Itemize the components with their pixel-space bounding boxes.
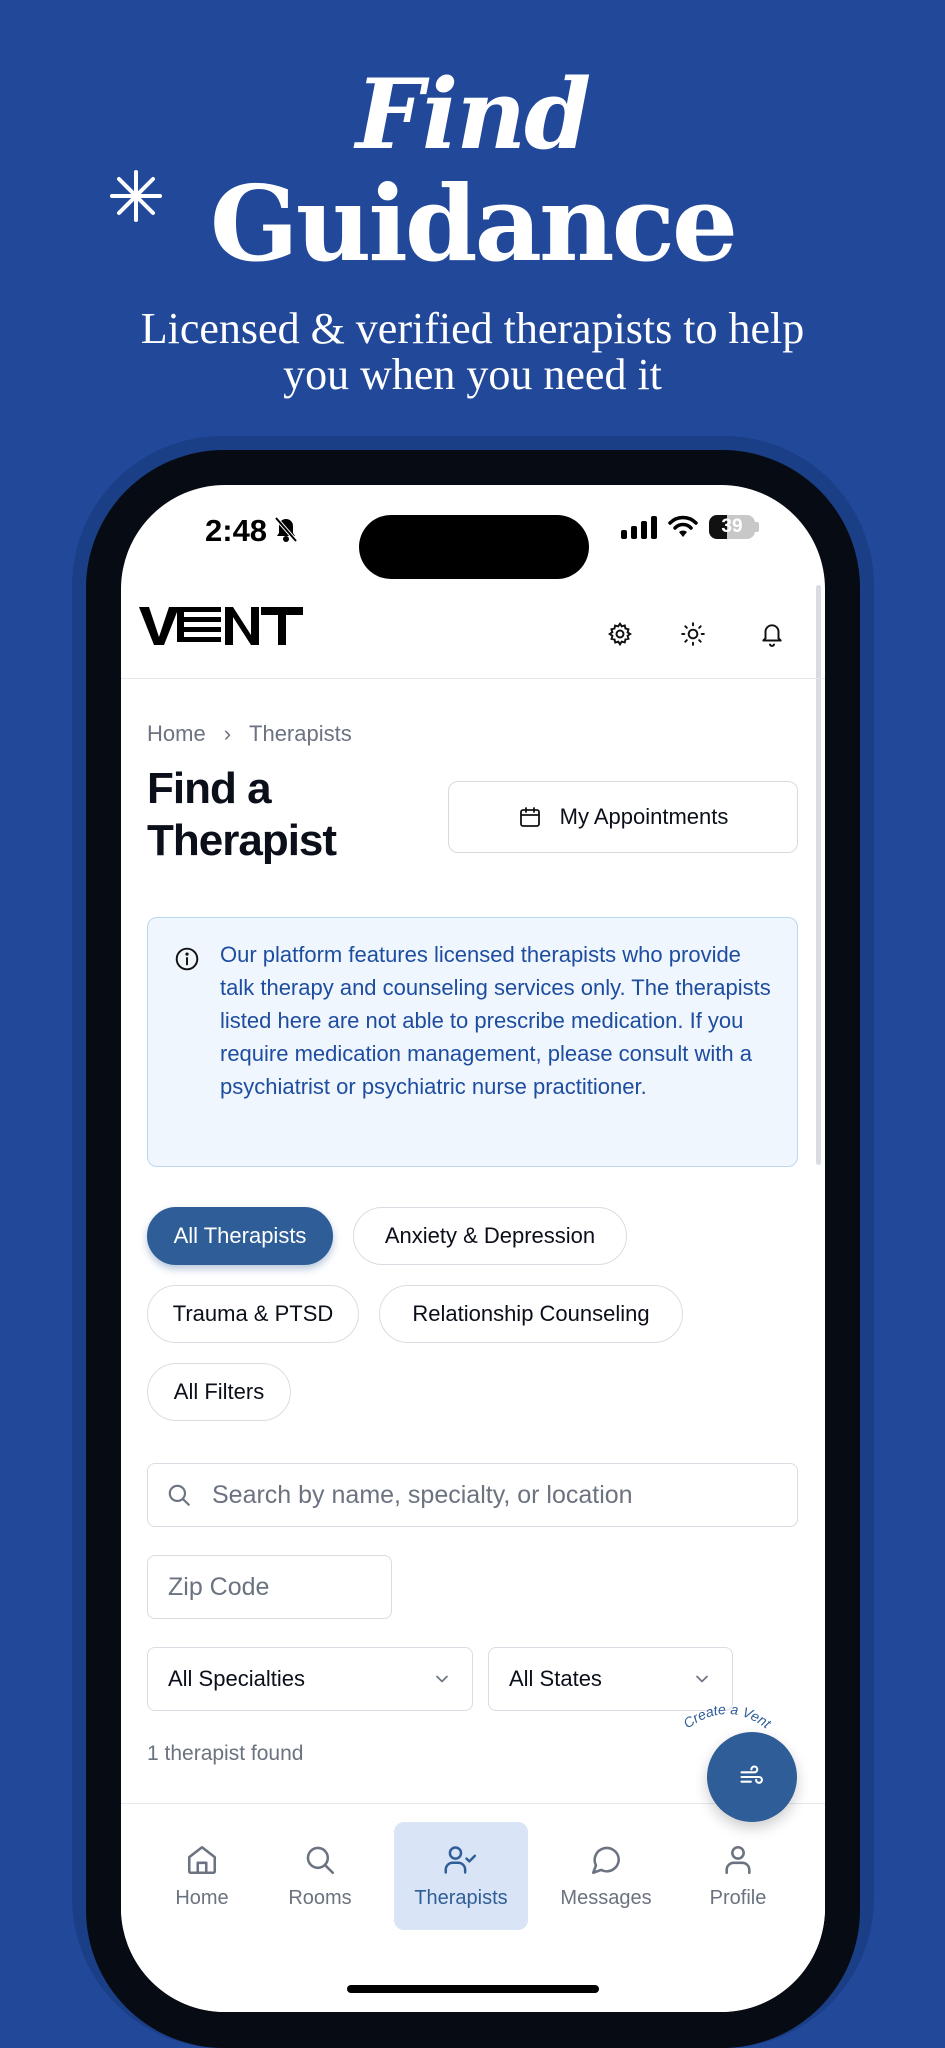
chip-trauma-ptsd[interactable]: Trauma & PTSD <box>147 1285 359 1343</box>
nav-label: Home <box>175 1886 229 1909</box>
chip-anxiety-depression[interactable]: Anxiety & Depression <box>353 1207 627 1265</box>
breadcrumb-current: Therapists <box>249 721 352 746</box>
nav-therapists[interactable]: Therapists <box>394 1822 528 1930</box>
calendar-icon <box>519 807 540 827</box>
breadcrumb-separator: › <box>223 721 232 746</box>
user-check-icon <box>444 1845 477 1874</box>
dynamic-island <box>359 515 589 579</box>
home-icon <box>187 1845 217 1874</box>
search-icon <box>166 1482 192 1508</box>
theme-sun-icon[interactable] <box>678 619 708 649</box>
specialty-select[interactable]: All Specialties <box>147 1647 473 1711</box>
nav-rooms[interactable]: Rooms <box>261 1822 379 1930</box>
page-title: Find a Therapist <box>147 764 337 865</box>
search-icon <box>306 1846 335 1874</box>
nav-label: Profile <box>709 1886 767 1909</box>
promo-title-line1: Find <box>355 58 592 171</box>
notifications-bell-icon[interactable] <box>757 619 787 649</box>
chip-label: Relationship Counseling <box>412 1301 650 1326</box>
breadcrumb: Home › Therapists <box>147 721 352 747</box>
nav-label: Rooms <box>288 1886 352 1909</box>
search-input[interactable]: Search by name, specialty, or location <box>147 1463 798 1527</box>
wifi-icon <box>668 515 698 537</box>
chip-label: All Therapists <box>173 1223 307 1248</box>
create-vent-label: Create a Vent <box>680 1701 775 1732</box>
chip-label: Trauma & PTSD <box>172 1301 334 1326</box>
promo-subtitle: Licensed & verified therapists to help y… <box>140 304 805 399</box>
vent-logo-mark <box>139 607 303 645</box>
chip-all-therapists[interactable]: All Therapists <box>147 1207 333 1265</box>
silent-bell-icon <box>274 516 298 543</box>
status-time: 2:48 <box>205 513 268 548</box>
notice-text: Our platform features licensed therapist… <box>220 942 771 1099</box>
zip-code-input[interactable]: Zip Code <box>147 1555 392 1619</box>
create-vent-text: Create a Vent <box>680 1701 775 1732</box>
home-indicator[interactable] <box>347 1985 599 1993</box>
user-icon <box>725 1845 751 1874</box>
results-count: 1 therapist found <box>147 1742 304 1765</box>
chip-label: All Filters <box>173 1379 265 1404</box>
nav-label: Therapists <box>414 1886 508 1909</box>
promo-header: Find Guidance Licensed & verified therap… <box>0 0 945 420</box>
status-icons: 39 <box>621 515 759 539</box>
chip-all-filters[interactable]: All Filters <box>147 1363 291 1421</box>
create-vent-fab[interactable] <box>707 1732 797 1822</box>
wind-icon <box>740 1765 763 1784</box>
search-placeholder: Search by name, specialty, or location <box>212 1480 633 1509</box>
specialty-select-value: All Specialties <box>168 1666 305 1691</box>
nav-messages[interactable]: Messages <box>547 1822 665 1930</box>
battery-icon: 39 <box>709 515 755 539</box>
phone-screen: 2:48 39 Home › Therapists Find a Therapi… <box>121 485 825 2012</box>
bottom-navigation: Home Rooms Therapists Messages Profile <box>121 1803 825 2012</box>
svg-text:Create a Vent: Create a Vent <box>680 1701 775 1732</box>
battery-level: 39 <box>721 516 743 537</box>
chip-label: Anxiety & Depression <box>384 1223 596 1248</box>
nav-label: Messages <box>560 1886 652 1909</box>
battery-tip <box>755 522 759 532</box>
info-notice: Our platform features licensed therapist… <box>147 917 798 1167</box>
vent-logo[interactable] <box>139 603 305 660</box>
settings-gear-icon[interactable] <box>605 619 635 649</box>
my-appointments-button[interactable]: My Appointments <box>448 781 798 853</box>
chevron-down-icon <box>696 1675 708 1683</box>
promo-title-line2: Guidance <box>209 162 738 285</box>
state-select-value: All States <box>509 1666 602 1691</box>
zip-placeholder: Zip Code <box>168 1572 270 1601</box>
app-header <box>121 585 825 679</box>
nav-profile[interactable]: Profile <box>679 1822 797 1930</box>
my-appointments-label: My Appointments <box>559 804 729 829</box>
chip-relationship-counseling[interactable]: Relationship Counseling <box>379 1285 683 1343</box>
info-icon <box>175 947 199 971</box>
message-circle-icon <box>591 1846 621 1874</box>
cellular-signal-icon <box>621 515 657 539</box>
chevron-down-icon <box>436 1675 448 1683</box>
breadcrumb-home[interactable]: Home <box>147 721 206 747</box>
nav-home[interactable]: Home <box>143 1822 261 1930</box>
